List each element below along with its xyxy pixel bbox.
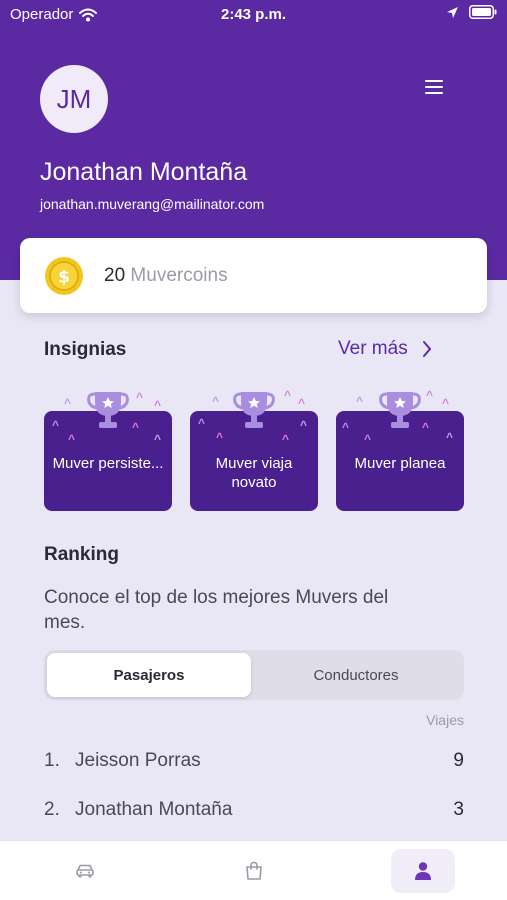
coins-count: 20 [104,265,126,286]
confetti-decoration: ^ [446,430,454,444]
confetti-decoration: ^ [154,432,162,446]
coin-icon: $ [45,257,83,295]
badge-card[interactable]: ^ ^ ^ ^ ^ ^ ^ Muver persiste... [44,388,172,511]
confetti-decoration: ^ [442,396,450,410]
ranking-description: Conoce el top de los mejores Muvers del … [44,587,389,633]
confetti-decoration: ^ [342,420,350,434]
rank-name: Jeisson Porras [75,750,201,771]
chevron-right-icon [422,341,431,357]
status-right [446,5,497,19]
person-icon [415,862,431,880]
confetti-decoration: ^ [216,430,224,444]
ranking-segmented-control: Pasajeros Conductores [44,650,464,700]
battery-icon [469,5,497,19]
tab-store[interactable] [222,849,286,893]
rank-position: 1. [44,750,60,771]
confetti-decoration: ^ [68,432,76,446]
rank-trips: 3 [453,799,464,820]
trophy-icon [379,392,421,428]
confetti-decoration: ^ [426,388,434,402]
confetti-decoration: ^ [356,394,364,408]
car-icon [76,864,94,878]
confetti-decoration: ^ [136,390,144,404]
confetti-decoration: ^ [298,396,306,410]
status-time: 2:43 p.m. [220,6,287,23]
ranking-row[interactable]: 2. Jonathan Montaña 3 [44,799,464,829]
tab-profile[interactable] [391,849,455,893]
badge-card[interactable]: ^ ^ ^ ^ ^ ^ ^ Muver viaja novato [190,388,318,511]
trips-column-header: Viajes [426,712,464,728]
trophy-icon [87,392,129,428]
confetti-decoration: ^ [284,388,292,402]
confetti-decoration: ^ [132,420,140,434]
rank-position: 2. [44,799,60,820]
status-bar: Operador 2:43 p.m. [0,0,507,28]
muvercoins-card[interactable]: $ 20 Muvercoins [20,238,487,313]
see-more-label: Ver más [338,338,408,359]
location-arrow-icon [447,6,458,18]
confetti-decoration: ^ [212,394,220,408]
ranking-title: Ranking [44,544,119,565]
badges-title: Insignias [44,339,127,360]
tab-pasajeros[interactable]: Pasajeros [47,653,251,697]
confetti-decoration: ^ [282,432,290,446]
coins-label: Muvercoins [130,265,228,286]
svg-text:$: $ [58,268,70,288]
confetti-decoration: ^ [364,432,372,446]
confetti-decoration: ^ [64,396,72,410]
avatar[interactable]: JM [40,65,108,133]
confetti-decoration: ^ [198,416,206,430]
shopping-bag-icon [246,861,262,880]
tab-conductores[interactable]: Conductores [254,653,458,697]
hamburger-icon [425,80,443,94]
menu-button[interactable] [418,72,450,102]
confetti-decoration: ^ [52,418,60,432]
see-more-link[interactable]: Ver más [338,338,432,360]
tab-trips[interactable] [53,849,117,893]
badge-label: Muver viaja novato [215,455,293,491]
coins-text: 20 Muvercoins [104,265,228,287]
confetti-decoration: ^ [422,420,430,434]
badge-label: Muver persiste... [52,455,164,472]
trophy-icon [233,392,275,428]
badge-label: Muver planea [354,455,446,472]
avatar-initials: JM [56,83,92,114]
ranking-row[interactable]: 1. Jeisson Porras 9 [44,750,464,780]
rank-trips: 9 [453,750,464,771]
user-name: Jonathan Montaña [40,158,248,186]
rank-name: Jonathan Montaña [75,799,233,820]
user-email: jonathan.muverang@mailinator.com [40,196,265,212]
confetti-decoration: ^ [300,418,308,432]
bottom-tab-bar [0,840,507,900]
confetti-decoration: ^ [154,398,162,412]
badge-card[interactable]: ^ ^ ^ ^ ^ ^ ^ Muver planea [336,388,464,511]
